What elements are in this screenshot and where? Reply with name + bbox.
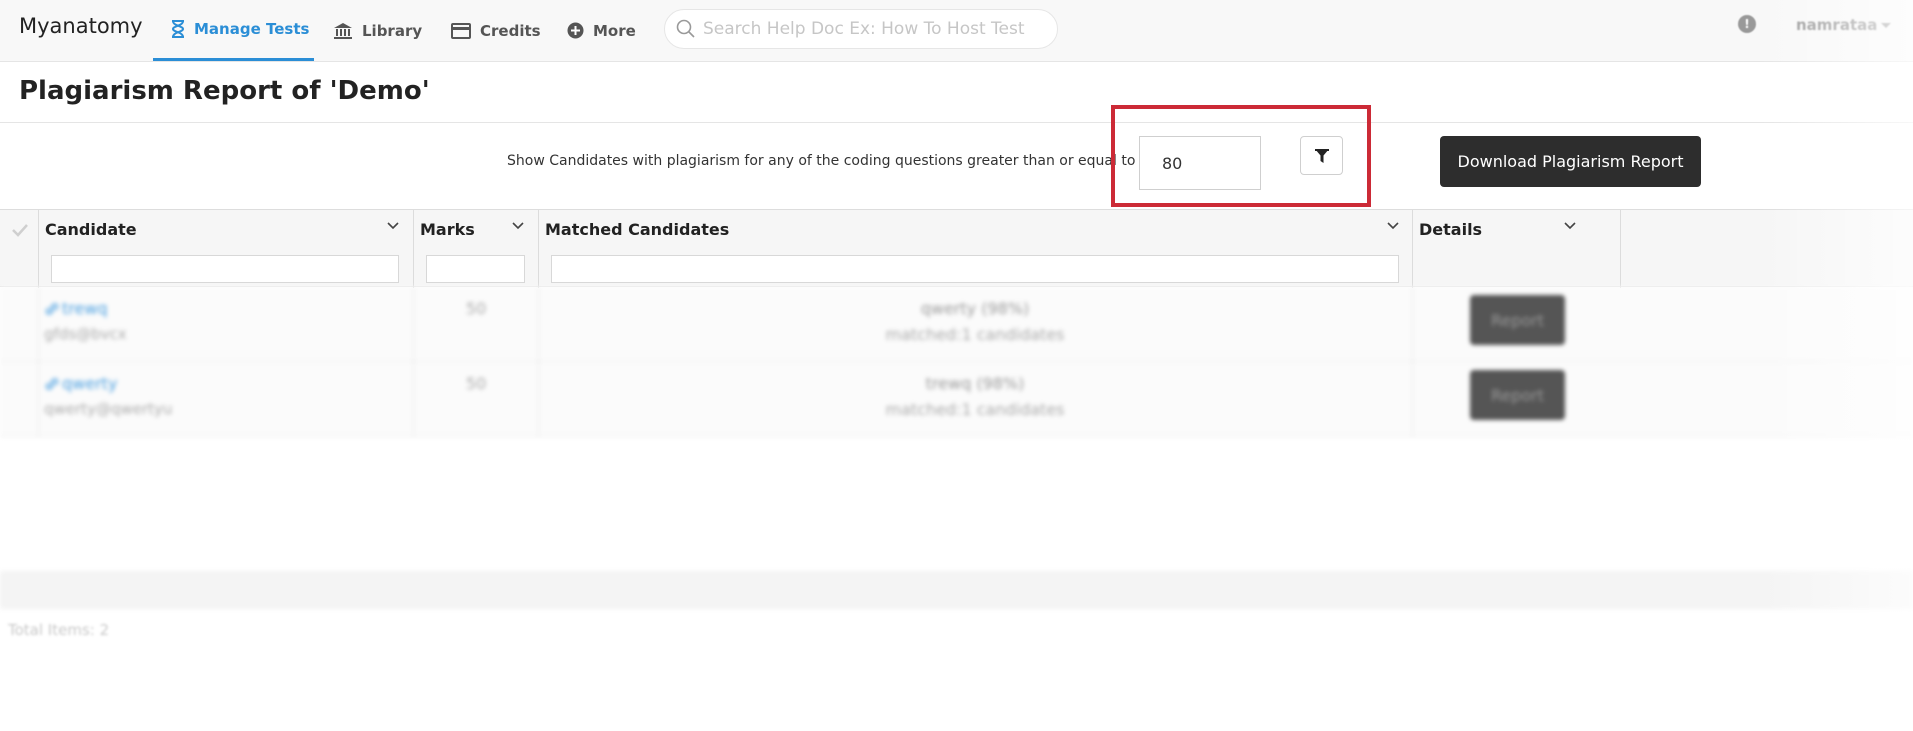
total-items-count: Total Items: 2 (8, 621, 110, 639)
apply-filter-button[interactable] (1300, 136, 1343, 175)
nav-library[interactable]: Library (333, 0, 422, 61)
matched-count: matched:1 candidates (885, 325, 1065, 344)
plagiarism-threshold-input[interactable] (1139, 136, 1261, 190)
column-header-details[interactable]: Details (1413, 210, 1621, 288)
plus-circle-icon (567, 22, 584, 39)
bank-icon (334, 22, 352, 39)
nav-more[interactable]: More (567, 0, 636, 61)
title-divider (0, 122, 1913, 123)
filter-icon (1314, 148, 1329, 163)
candidate-name: trewq (62, 299, 108, 318)
marks-value: 50 (466, 299, 487, 318)
link-icon (45, 377, 59, 390)
row-select-cell[interactable] (0, 362, 39, 437)
row-select-cell[interactable] (0, 287, 39, 362)
hourglass-icon (171, 20, 185, 38)
plagiarism-grid: Candidate Marks Matched Candidates Detai… (0, 209, 1913, 609)
search-input[interactable] (703, 19, 1043, 39)
chevron-down-icon[interactable] (512, 222, 524, 230)
report-button[interactable]: Report (1470, 295, 1565, 345)
column-header-candidate[interactable]: Candidate (39, 210, 414, 288)
matched-candidate: trewq (98%) (925, 374, 1025, 393)
chevron-down-icon[interactable] (387, 222, 399, 230)
top-navbar: Myanatomy Manage Tests Library Credits M… (0, 0, 1913, 62)
candidate-link[interactable]: trewq (44, 299, 108, 318)
candidate-link[interactable]: qwerty (44, 374, 117, 393)
candidate-name: qwerty (62, 374, 118, 393)
nav-label: More (593, 21, 636, 40)
column-label: Matched Candidates (545, 220, 730, 239)
table-row[interactable]: trewq gfds@bvcx 50 qwerty (98%) matched:… (0, 287, 1913, 362)
checkmark-icon (12, 224, 28, 237)
caret-down-icon (1881, 22, 1892, 28)
nav-label: Manage Tests (194, 20, 310, 38)
nav-label: Library (362, 21, 423, 40)
download-plagiarism-report-button[interactable]: Download Plagiarism Report (1440, 136, 1701, 187)
candidate-email: gfds@bvcx (44, 325, 127, 343)
grid-body: trewq gfds@bvcx 50 qwerty (98%) matched:… (0, 287, 1913, 579)
matched-candidate: qwerty (98%) (920, 299, 1030, 318)
brand-logo[interactable]: Myanatomy (19, 14, 143, 38)
user-menu[interactable]: namrataa (1796, 16, 1892, 34)
nav-manage-tests[interactable]: Manage Tests (153, 0, 314, 61)
candidate-filter-input[interactable] (51, 255, 399, 283)
candidate-email: qwerty@qwertyu (44, 400, 173, 418)
grid-empty-area (0, 439, 1913, 579)
column-label: Marks (420, 220, 475, 239)
select-all-header[interactable] (0, 210, 39, 288)
search-icon (673, 16, 699, 42)
column-header-marks[interactable]: Marks (414, 210, 539, 288)
help-search (664, 9, 1058, 49)
matched-filter-input[interactable] (551, 255, 1399, 283)
report-button[interactable]: Report (1470, 370, 1565, 420)
credit-card-icon (451, 22, 471, 39)
matched-count: matched:1 candidates (885, 400, 1065, 419)
nav-credits[interactable]: Credits (451, 0, 541, 61)
column-label: Candidate (45, 220, 137, 239)
grid-footer-bar (0, 571, 1913, 609)
column-header-matched-candidates[interactable]: Matched Candidates (539, 210, 1413, 288)
column-label: Details (1419, 220, 1483, 239)
link-icon (45, 302, 59, 315)
username: namrataa (1796, 16, 1878, 34)
marks-filter-input[interactable] (426, 255, 525, 283)
grid-header: Candidate Marks Matched Candidates Detai… (0, 209, 1913, 288)
nav-label: Credits (480, 21, 541, 40)
info-icon[interactable]: ! (1738, 15, 1756, 33)
page-title: Plagiarism Report of 'Demo' (19, 76, 430, 106)
chevron-down-icon[interactable] (1564, 222, 1576, 230)
chevron-down-icon[interactable] (1387, 222, 1399, 230)
table-row[interactable]: qwerty qwerty@qwertyu 50 trewq (98%) mat… (0, 362, 1913, 437)
marks-value: 50 (466, 374, 487, 393)
plagiarism-filter-label: Show Candidates with plagiarism for any … (507, 153, 1145, 169)
